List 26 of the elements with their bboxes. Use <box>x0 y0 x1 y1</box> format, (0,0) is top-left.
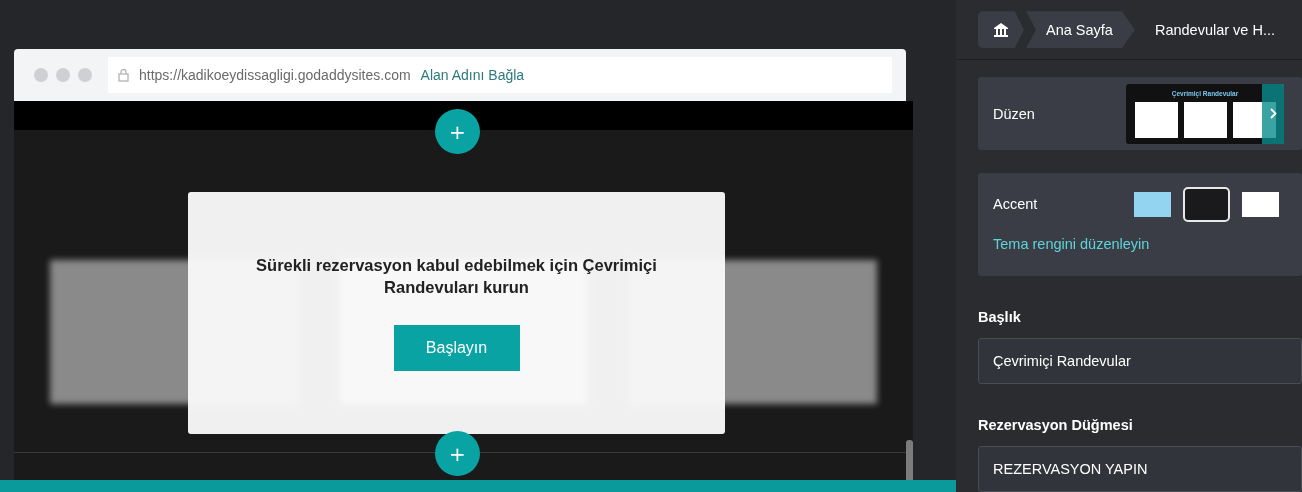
edit-theme-color-link[interactable]: Tema rengini düzenleyin <box>993 236 1150 253</box>
window-dot-icon <box>34 68 48 82</box>
window-dot-icon <box>78 68 92 82</box>
accent-label: Accent <box>993 196 1038 213</box>
site-url: https://kadikoeydissagligi.godaddysites.com <box>139 67 411 83</box>
next-layout-button[interactable] <box>1262 83 1284 144</box>
chevron-right-icon <box>1269 108 1277 120</box>
breadcrumb-item[interactable]: Randevular ve H... <box>1134 11 1297 49</box>
thumbnail-card <box>1134 101 1178 138</box>
breadcrumb-item[interactable]: Ana Sayfa <box>1026 11 1135 49</box>
color-swatch[interactable] <box>1134 191 1171 217</box>
dialog-message: Sürekli rezervasyon kabul edebilmek için Çevrimiçi Randevuları kurun <box>255 255 658 298</box>
color-swatch[interactable] <box>1242 191 1279 217</box>
home-button[interactable] <box>978 11 1024 49</box>
layout-label: Düzen <box>993 105 1035 122</box>
color-swatch[interactable] <box>1183 186 1230 222</box>
connect-domain-link[interactable]: Alan Adını Bağla <box>420 67 525 83</box>
thumbnail-card <box>1183 101 1227 138</box>
text-field[interactable]: Çevrimiçi Randevular <box>978 338 1302 384</box>
field-label: Başlık <box>978 309 1022 325</box>
field-label: Rezervasyon Düğmesi <box>978 417 1134 433</box>
window-dot-icon <box>56 68 70 82</box>
url-field[interactable]: https://kadikoeydissagligi.godaddysites.com Alan Adını Bağla <box>108 57 892 93</box>
scrollbar-thumb[interactable] <box>906 440 913 480</box>
text-field[interactable]: REZERVASYON YAPIN <box>978 446 1302 492</box>
lock-icon <box>118 68 129 82</box>
